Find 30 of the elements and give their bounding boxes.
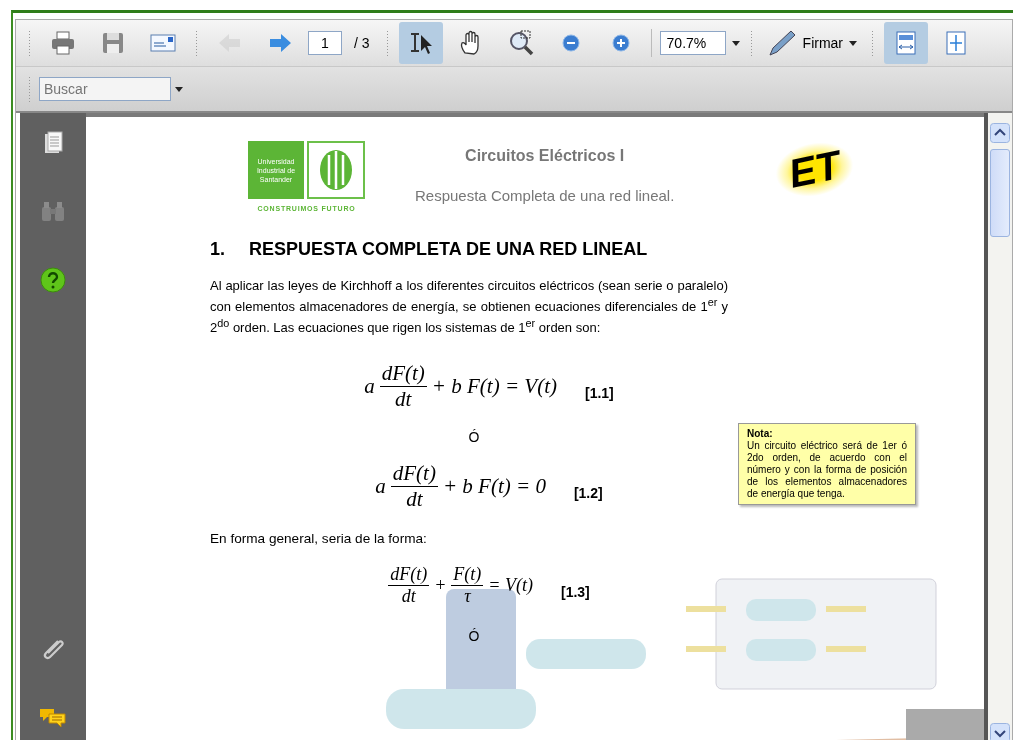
- select-button[interactable]: [398, 22, 443, 64]
- course-title: Circuitos Eléctricos I: [465, 147, 625, 165]
- fit-width-button[interactable]: [884, 22, 928, 64]
- caret-icon[interactable]: [731, 40, 740, 46]
- document-subtitle: Respuesta Completa de una red lineal.: [415, 187, 675, 204]
- print-icon: [49, 29, 77, 57]
- university-emblem-icon: [307, 141, 365, 199]
- sign-button[interactable]: Firmar: [762, 29, 861, 57]
- page-count: / 3: [354, 35, 370, 51]
- pen-icon: [766, 29, 797, 57]
- scroll-thumb[interactable]: [990, 149, 1010, 237]
- scroll-up-button[interactable]: [990, 123, 1010, 143]
- note-title: Nota:: [747, 428, 774, 440]
- or-text: Ó: [468, 627, 480, 644]
- note-text: Un circuito eléctrico será de 1er ó 2do orden, de acuerdo con el número y con la forma de posición de los elementos almacenadores de energía que tenga.: [747, 440, 907, 500]
- search-field[interactable]: Buscar: [39, 77, 171, 101]
- body-paragraph: Al aplicar las leyes de Kirchhoff a los diferentes circuitos eléctricos (sean serie o paralelo) con elementos almacenadores de energía, se obtienen ecuaciones diferenciales de 1$^{er}$ y 2$^{do}$ orden. Las ecuaciones que rigen los sistemas de 1$^{er}$ orden son:: [210, 278, 728, 337]
- page-number-field[interactable]: 1: [308, 31, 342, 55]
- equation-number: [1.1]: [585, 384, 614, 401]
- section-heading: RESPUESTA COMPLETA DE UNA RED LINEAL: [249, 239, 648, 260]
- scrollbar[interactable]: [984, 113, 1012, 740]
- or-text: Ó: [468, 428, 480, 445]
- help-icon[interactable]: [38, 265, 68, 295]
- heading-number: 1.: [210, 239, 225, 260]
- scroll-down-button[interactable]: [990, 723, 1010, 740]
- zoom-field[interactable]: 70.7%: [659, 31, 726, 55]
- equation-number: [1.3]: [561, 583, 590, 600]
- equation-number: [1.2]: [573, 484, 603, 501]
- caret-icon[interactable]: [175, 86, 183, 92]
- body-text: En forma general, seria de la forma:: [210, 530, 428, 546]
